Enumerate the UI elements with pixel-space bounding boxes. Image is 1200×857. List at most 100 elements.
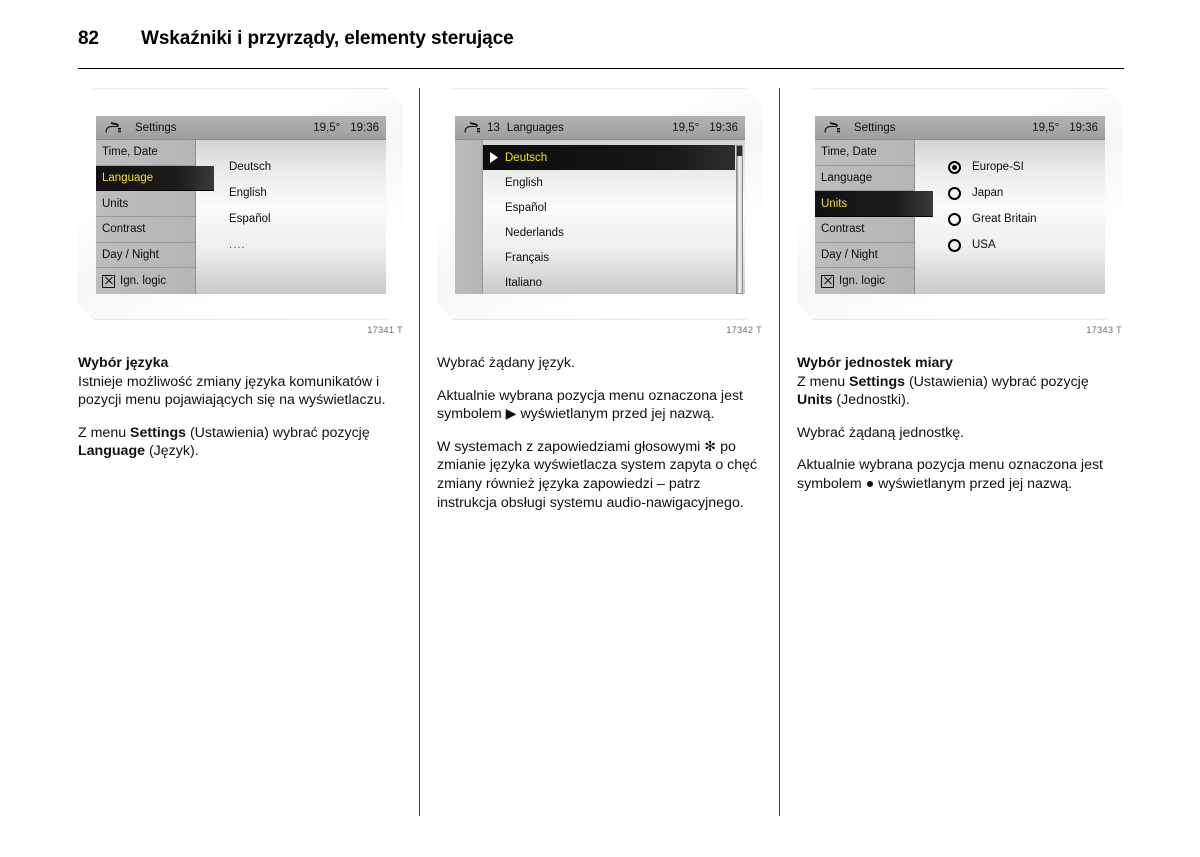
menu-item-ign-logic[interactable]: Ign. logic	[815, 268, 914, 294]
bold-term-settings: Settings	[130, 424, 187, 441]
display-screen: Settings 19,5° 19:36 Time, Date Language…	[815, 116, 1105, 294]
menu-item-label: Language	[821, 172, 873, 184]
text-run: Z menu	[797, 373, 850, 390]
status-right: 19,5° 19:36	[1032, 122, 1098, 134]
menu-item-contrast[interactable]: Contrast	[96, 217, 195, 243]
checkbox-x-icon[interactable]	[821, 274, 834, 288]
menu-item-label: Time, Date	[102, 146, 158, 159]
menu-item-label: Units	[102, 197, 129, 210]
list-scrollbar[interactable]	[736, 145, 743, 294]
status-index: 13	[487, 121, 500, 134]
scrollbar-thumb[interactable]	[737, 146, 742, 156]
radio-option-great-britain[interactable]: Great Britain	[948, 206, 1105, 232]
column-3: Settings 19,5° 19:36 Time, Date Language…	[797, 88, 1122, 494]
temperature-readout: 19,5°	[313, 121, 341, 134]
play-arrow-icon	[483, 152, 505, 163]
bold-term-language: Language	[78, 443, 146, 460]
value-row[interactable]: ....	[229, 232, 386, 258]
paragraph: Aktualnie wybrana pozycja menu oznaczona…	[437, 387, 743, 423]
radio-label: Japan	[972, 187, 1004, 199]
text-run: (Jednostki).	[832, 392, 910, 409]
language-item-francais[interactable]: Français	[483, 245, 745, 270]
menu-item-label: Ign. logic	[120, 275, 167, 288]
paragraph: Z menu Settings (Ustawienia) wybrać pozy…	[78, 424, 403, 461]
radio-unselected-icon[interactable]	[948, 212, 961, 226]
menu-item-label: Units	[821, 197, 848, 210]
figure-settings-units: Settings 19,5° 19:36 Time, Date Language…	[797, 88, 1122, 340]
display-screen: 13 Languages 19,5° 19:36 Deutsch English…	[455, 116, 745, 294]
radio-label: USA	[972, 239, 996, 251]
language-label: Italiano	[505, 276, 543, 289]
menu-item-language[interactable]: Language	[815, 166, 914, 192]
page-title: Wskaźniki i przyrządy, elementy sterując…	[141, 28, 514, 49]
value-ellipsis: ....	[229, 239, 246, 251]
figure-caption: 17341 T	[367, 325, 403, 335]
language-label: Deutsch	[505, 151, 548, 164]
menu-item-language[interactable]: Language	[96, 165, 214, 192]
menu-item-day-night[interactable]: Day / Night	[815, 243, 914, 269]
language-item-deutsch[interactable]: Deutsch	[483, 145, 735, 170]
language-item-english[interactable]: English	[483, 170, 745, 195]
paragraph: Z menu Settings (Ustawienia) wybrać pozy…	[797, 373, 1122, 410]
value-row[interactable]: English	[229, 180, 386, 206]
paragraph: Istnieje możliwość zmiany języka komunik…	[78, 373, 386, 409]
languages-list: Deutsch English Español Nederlands Franç…	[483, 140, 745, 294]
settings-menu-list: Time, Date Language Units Contrast Day /…	[815, 140, 933, 294]
value-label: Español	[229, 213, 271, 225]
language-item-nederlands[interactable]: Nederlands	[483, 220, 745, 245]
menu-item-day-night[interactable]: Day / Night	[96, 243, 195, 269]
column-3-text: Wybór jednostek miary Z menu Settings (U…	[797, 354, 1122, 494]
radio-selected-icon[interactable]	[948, 160, 961, 174]
settings-tool-icon	[459, 121, 485, 134]
menu-item-time-date[interactable]: Time, Date	[815, 140, 914, 166]
radio-option-usa[interactable]: USA	[948, 232, 1105, 258]
language-item-italiano[interactable]: Italiano	[483, 270, 745, 294]
units-radio-pane: Europe-SI Japan Great Britain USA	[915, 140, 1105, 294]
menu-item-label: Ign. logic	[839, 275, 886, 288]
language-item-espanol[interactable]: Español	[483, 195, 745, 220]
menu-item-contrast[interactable]: Contrast	[815, 217, 914, 243]
column-2-text: Wybrać żądany język. Aktualnie wybrana p…	[437, 354, 762, 512]
status-title: Settings	[135, 121, 177, 134]
settings-tool-icon	[819, 121, 845, 134]
text-run: (Język).	[145, 443, 199, 460]
status-title: Settings	[854, 121, 896, 134]
menu-item-label: Time, Date	[821, 146, 877, 159]
bold-term-units: Units	[797, 392, 833, 409]
clock-readout: 19:36	[1069, 121, 1098, 134]
clock-readout: 19:36	[350, 121, 379, 134]
checkbox-x-icon[interactable]	[102, 274, 115, 288]
header-rule	[78, 68, 1124, 69]
value-label: English	[229, 187, 267, 199]
page-header: 82 Wskaźniki i przyrządy, elementy steru…	[78, 28, 1124, 72]
menu-item-ign-logic[interactable]: Ign. logic	[96, 268, 195, 294]
menu-item-label: Day / Night	[102, 249, 159, 262]
status-right: 19,5° 19:36	[313, 122, 379, 134]
value-row[interactable]: Español	[229, 206, 386, 232]
status-title: Languages	[506, 121, 564, 134]
menu-item-label: Contrast	[102, 223, 146, 236]
menu-item-units[interactable]: Units	[815, 191, 933, 218]
settings-menu-list: Time, Date Language Units Contrast Day /…	[96, 140, 214, 294]
temperature-readout: 19,5°	[1032, 121, 1060, 134]
column-1-text: Wybór języka Istnieje możliwość zmiany j…	[78, 354, 403, 461]
radio-option-japan[interactable]: Japan	[948, 180, 1105, 206]
figure-caption: 17342 T	[726, 325, 762, 335]
paragraph: Wybrać żądany język.	[437, 355, 575, 371]
language-label: Español	[505, 201, 547, 214]
radio-unselected-icon[interactable]	[948, 186, 961, 200]
text-run: (Ustawienia) wybrać pozycję	[186, 424, 370, 441]
menu-item-time-date[interactable]: Time, Date	[96, 140, 195, 166]
text-run: Z menu	[78, 424, 131, 441]
screen-body: Time, Date Language Units Contrast Day /…	[96, 140, 386, 294]
radio-label: Great Britain	[972, 213, 1037, 225]
menu-item-label: Day / Night	[821, 249, 878, 262]
status-bar: 13 Languages 19,5° 19:36	[455, 116, 745, 140]
radio-label: Europe-SI	[972, 161, 1024, 173]
radio-option-europe-si[interactable]: Europe-SI	[948, 154, 1105, 180]
radio-unselected-icon[interactable]	[948, 238, 961, 252]
value-row[interactable]: Deutsch	[229, 154, 386, 180]
menu-item-units[interactable]: Units	[96, 191, 195, 218]
column-1: Settings 19,5° 19:36 Time, Date Language…	[78, 88, 403, 461]
screen-body: Deutsch English Español Nederlands Franç…	[455, 140, 745, 294]
